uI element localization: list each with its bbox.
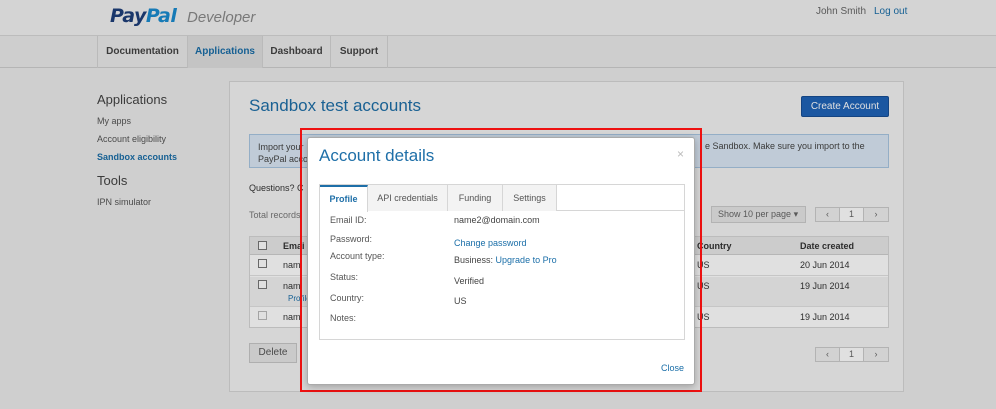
- notes-label: Notes:: [330, 313, 357, 323]
- tab-profile[interactable]: Profile: [320, 185, 368, 212]
- modal-body: Profile API credentials Funding Settings…: [319, 184, 685, 340]
- country-label: Country:: [330, 293, 365, 303]
- status-value: Verified: [454, 276, 485, 286]
- close-link[interactable]: Close: [661, 363, 684, 373]
- account-details-modal: Account details × Profile API credential…: [307, 137, 695, 385]
- account-type-value: Business: Upgrade to Pro: [454, 255, 557, 265]
- change-password-link[interactable]: Change password: [454, 238, 527, 248]
- email-label: Email ID:: [330, 215, 367, 225]
- upgrade-to-pro-link[interactable]: Upgrade to Pro: [496, 255, 557, 265]
- modal-title: Account details: [319, 146, 435, 165]
- close-icon[interactable]: ×: [677, 147, 684, 161]
- status-label: Status:: [330, 272, 359, 282]
- tab-api-credentials[interactable]: API credentials: [368, 185, 448, 211]
- email-value: name2@domain.com: [454, 215, 540, 225]
- tab-funding[interactable]: Funding: [448, 185, 503, 211]
- tab-settings[interactable]: Settings: [503, 185, 557, 211]
- password-label: Password:: [330, 234, 373, 244]
- country-value: US: [454, 296, 467, 306]
- modal-tabs: Profile API credentials Funding Settings: [320, 185, 684, 212]
- account-type-label: Account type:: [330, 251, 385, 261]
